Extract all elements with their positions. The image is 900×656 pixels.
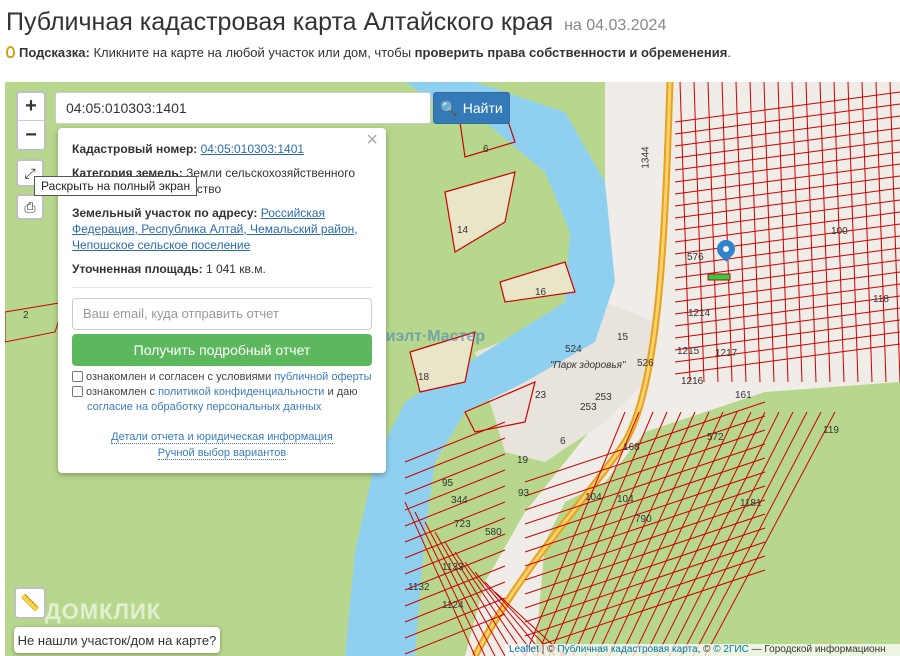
close-icon[interactable]: × <box>366 130 378 150</box>
domclick-watermark: ДОМКЛИК <box>45 599 162 624</box>
map-label: 1133 <box>442 562 464 573</box>
page-title: Публичная кадастровая карта Алтайского к… <box>6 8 667 36</box>
zoom-in-button[interactable]: + <box>18 93 44 122</box>
map-label: 118 <box>873 294 889 305</box>
map-label: 6 <box>483 144 489 155</box>
map-label: 1344 <box>640 146 652 169</box>
date: на 04.03.2024 <box>564 17 667 34</box>
map-label: 572 <box>707 432 724 443</box>
map-label: 253 <box>580 402 597 413</box>
map-label: 16 <box>535 287 547 298</box>
map-label: 1181 <box>740 498 762 509</box>
map-label: 119 <box>823 425 839 436</box>
offer-checkbox[interactable] <box>72 371 83 382</box>
map-label: 100 <box>831 226 848 237</box>
map-label: 580 <box>485 527 502 538</box>
map-label: 19 <box>517 455 529 466</box>
map-label: "Парк здоровья" <box>550 360 626 371</box>
2gis-link[interactable]: © 2ГИС <box>713 644 749 655</box>
consent-link[interactable]: согласие на обработку персональных данны… <box>87 401 321 413</box>
map-label: 723 <box>454 519 471 530</box>
zoom-out-button[interactable]: − <box>18 121 44 149</box>
ruler-icon: 📏 <box>20 595 40 612</box>
printer-icon: ⎙ <box>24 198 36 215</box>
lightbulb-icon <box>6 46 15 58</box>
offer-link[interactable]: публичной оферты <box>274 371 371 383</box>
fullscreen-tooltip: Раскрыть на полный экран <box>34 176 198 196</box>
map-label: 2 <box>23 310 29 321</box>
map[interactable]: 6 14 16 18 2 1344 576 100 1214 1215 1217… <box>5 82 900 656</box>
map-label: 104 <box>585 492 602 503</box>
search-icon: 🔍 <box>440 99 458 116</box>
map-label: 253 <box>595 392 612 403</box>
map-label: 1215 <box>677 346 700 357</box>
map-label: 526 <box>637 358 654 369</box>
zoom-control: + − <box>16 91 46 151</box>
map-label: 6 <box>560 436 566 447</box>
email-input[interactable]: Ваш email, куда отправить отчет <box>72 298 372 330</box>
ruler-button[interactable]: 📏 <box>14 587 46 619</box>
attribution: Leaflet | © Публичная кадастровая карта,… <box>505 644 900 656</box>
rielt-watermark: Риэлт·Мастер <box>375 328 486 345</box>
map-label: 1216 <box>681 376 704 387</box>
not-found-button[interactable]: Не нашли участок/дом на карте? <box>14 627 220 653</box>
map-label: 344 <box>451 495 468 506</box>
leaflet-link[interactable]: Leaflet <box>509 644 539 655</box>
map-label: 576 <box>687 252 704 263</box>
privacy-checkbox[interactable] <box>72 386 83 397</box>
map-label: 524 <box>565 344 582 355</box>
map-label: 790 <box>635 514 652 525</box>
map-label: 1124 <box>442 600 464 611</box>
map-label: 104 <box>617 494 634 505</box>
print-button[interactable]: ⎙ <box>16 194 44 220</box>
map-label: 1217 <box>715 348 738 359</box>
manual-select-link[interactable]: Ручной выбор вариантов <box>157 447 287 460</box>
privacy-link[interactable]: политикой конфиденциальности <box>158 386 324 398</box>
map-label: 14 <box>457 225 469 236</box>
cadastral-search-input[interactable] <box>55 92 431 124</box>
map-label: 95 <box>442 478 454 489</box>
map-label: 1132 <box>408 582 430 593</box>
map-label: 93 <box>518 488 530 499</box>
map-label: 1214 <box>688 308 711 319</box>
pkk-link[interactable]: Публичная кадастровая карта <box>557 644 697 655</box>
map-label: 168 <box>623 442 640 453</box>
map-label: 23 <box>535 390 547 401</box>
find-button[interactable]: 🔍 Найти <box>433 92 510 124</box>
map-label: 15 <box>617 332 629 343</box>
hint: Подсказка: Кликните на карте на любой уч… <box>6 45 731 60</box>
details-link[interactable]: Детали отчета и юридическая информация <box>111 431 333 444</box>
get-report-button[interactable]: Получить подробный отчет <box>72 334 372 366</box>
selected-parcel[interactable] <box>707 273 731 281</box>
cadastral-number-link[interactable]: 04:05:010303:1401 <box>201 142 304 156</box>
map-label: 161 <box>735 390 752 401</box>
map-label: 18 <box>418 372 430 383</box>
